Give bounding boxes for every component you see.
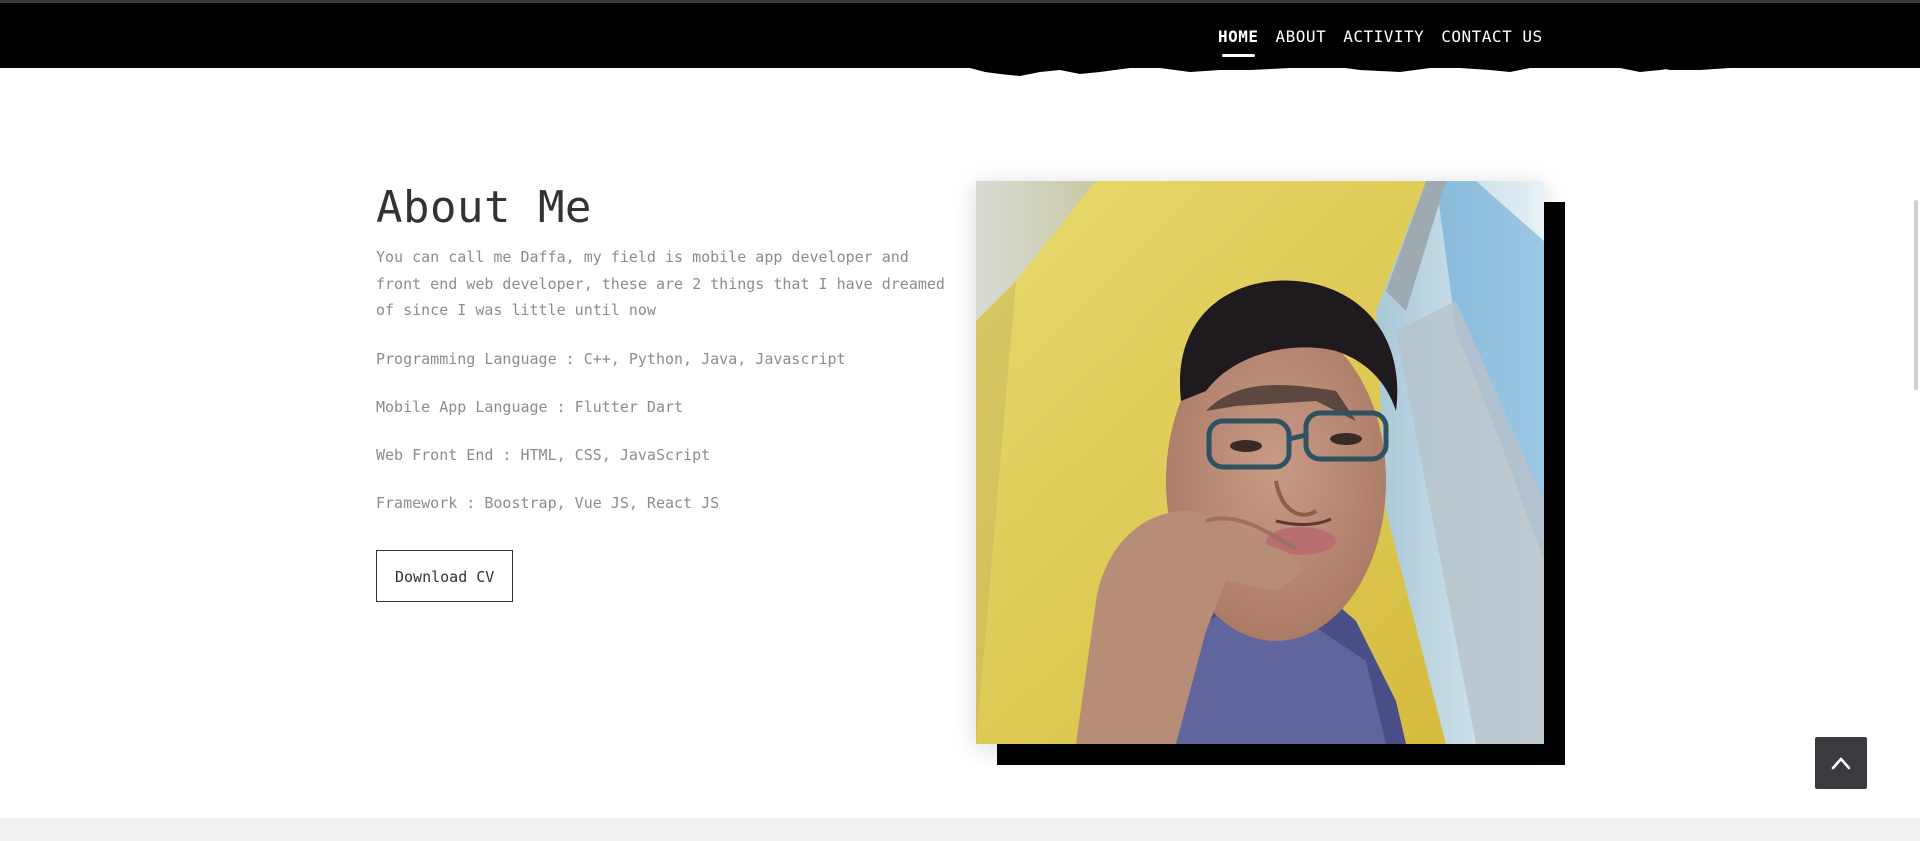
- profile-photo: [976, 181, 1544, 744]
- nav-home[interactable]: HOME: [1218, 27, 1259, 57]
- skill-framework: Framework : Boostrap, Vue JS, React JS: [376, 493, 720, 512]
- scrollbar-thumb[interactable]: [1914, 200, 1918, 390]
- skill-programming-language: Programming Language : C++, Python, Java…: [376, 349, 846, 368]
- main-nav: HOME ABOUT ACTIVITY CONTACT US: [1218, 27, 1543, 57]
- nav-activity[interactable]: ACTIVITY: [1343, 27, 1424, 47]
- chevron-up-icon: [1831, 757, 1851, 770]
- download-cv-button[interactable]: Download CV: [376, 549, 514, 602]
- back-to-top-button[interactable]: [1815, 737, 1867, 789]
- nav-about[interactable]: ABOUT: [1276, 27, 1327, 47]
- top-navbar: HOME ABOUT ACTIVITY CONTACT US: [0, 0, 1920, 68]
- about-section: About Me You can call me Daffa, my field…: [376, 180, 946, 602]
- brush-stroke-divider: [970, 60, 1780, 76]
- about-intro: You can call me Daffa, my field is mobil…: [376, 248, 945, 319]
- skill-mobile-app-language: Mobile App Language : Flutter Dart: [376, 397, 684, 416]
- next-section-strip: [0, 818, 1920, 841]
- skill-web-front-end: Web Front End : HTML, CSS, JavaScript: [376, 445, 711, 464]
- nav-contact-us[interactable]: CONTACT US: [1441, 27, 1542, 47]
- about-title: About Me: [376, 182, 592, 233]
